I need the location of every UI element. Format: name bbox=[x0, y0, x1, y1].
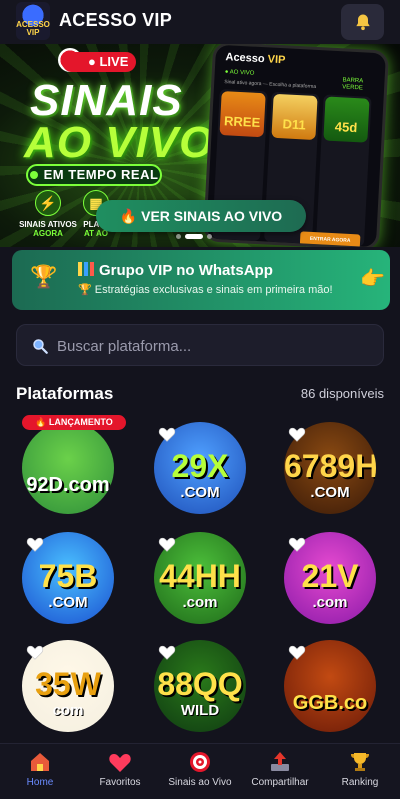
carousel-dot[interactable] bbox=[207, 234, 212, 239]
platform-domain: .com bbox=[182, 594, 218, 611]
live-badge: ● LIVE bbox=[62, 52, 137, 72]
nav-ranking[interactable]: Ranking bbox=[320, 744, 400, 799]
platform-domain: .COM bbox=[310, 484, 350, 501]
favorite-heart-icon[interactable] bbox=[26, 644, 44, 660]
lightning-icon: ⚡ bbox=[35, 190, 61, 216]
platform-name: GGB.co bbox=[292, 692, 368, 714]
favorite-heart-icon[interactable] bbox=[158, 644, 176, 660]
platform-domain: com bbox=[52, 702, 84, 719]
favorite-heart-icon[interactable] bbox=[288, 536, 306, 552]
nav-home[interactable]: Home bbox=[0, 744, 80, 799]
home-icon bbox=[31, 753, 49, 771]
platform-domain: .com bbox=[312, 594, 348, 611]
bottom-nav: Home Favoritos Sinais ao Vivo Compartilh… bbox=[0, 743, 400, 799]
share-icon bbox=[271, 752, 289, 771]
phone-enter-button: ENTRAR AGORA bbox=[299, 231, 361, 247]
app-title: ACESSO VIP bbox=[59, 10, 173, 30]
heart-icon bbox=[109, 754, 131, 772]
platform-name: 21V bbox=[301, 558, 359, 594]
platform-domain: .COM bbox=[48, 594, 88, 611]
vip-card-title: Grupo VIP no WhatsApp bbox=[78, 262, 273, 279]
vip-whatsapp-card[interactable]: 🏆 Grupo VIP no WhatsApp 🏆 Estratégias ex… bbox=[12, 250, 390, 310]
trophy-icon: 🏆 bbox=[30, 264, 58, 289]
bell-icon bbox=[355, 14, 370, 31]
platform-name: 35W bbox=[35, 666, 101, 702]
carousel-dots bbox=[176, 234, 212, 239]
view-live-signals-button[interactable]: 🔥 VER SINAIS AO VIVO bbox=[96, 200, 306, 232]
promo-banner[interactable]: ● LIVE SINAIS AO VIVO EM TEMPO REAL ⚡ SI… bbox=[0, 44, 400, 247]
platform-tile[interactable]: 92D.com bbox=[22, 422, 114, 514]
platform-name: 75B bbox=[38, 558, 98, 594]
launch-badge: 🔥 LANÇAMENTO bbox=[22, 415, 126, 430]
platforms-heading: Plataformas bbox=[16, 384, 114, 403]
platform-name: 6789H bbox=[284, 448, 376, 484]
search-input[interactable]: Buscar plataforma... bbox=[57, 338, 191, 355]
platform-name: 29X bbox=[171, 448, 229, 484]
nav-favoritos[interactable]: Favoritos bbox=[80, 744, 160, 799]
banner-headline-2: AO VIVO bbox=[24, 118, 215, 167]
platform-domain: .COM bbox=[180, 484, 220, 501]
carousel-dot[interactable] bbox=[176, 234, 181, 239]
pointing-hand-icon: 👉 bbox=[360, 268, 385, 290]
search-icon bbox=[33, 339, 48, 354]
carousel-dot-active[interactable] bbox=[185, 234, 203, 239]
platform-name: 88QQ bbox=[157, 666, 243, 702]
phone-card-3: 45d bbox=[315, 94, 372, 247]
phone-subtitle: Sinal ativo agora — Escolha a plataforma bbox=[224, 79, 317, 90]
favorite-heart-icon[interactable] bbox=[158, 536, 176, 552]
platform-name: 92D.com bbox=[26, 474, 110, 496]
realtime-badge: EM TEMPO REAL bbox=[26, 164, 162, 186]
phone-side-label: BARRA VERDE bbox=[341, 77, 363, 92]
trophy-icon bbox=[351, 753, 369, 771]
phone-live-label: ● AO VIVO bbox=[224, 69, 255, 77]
favorite-heart-icon[interactable] bbox=[26, 536, 44, 552]
top-header: ACESSO VIP ACESSO VIP bbox=[0, 0, 400, 44]
chart-bars-icon bbox=[78, 262, 94, 276]
search-bar[interactable]: Buscar plataforma... bbox=[16, 324, 384, 366]
platforms-count: 86 disponíveis bbox=[300, 386, 384, 401]
nav-sinais-ao-vivo[interactable]: Sinais ao Vivo bbox=[160, 744, 240, 799]
phone-title: Acesso VIP bbox=[225, 51, 286, 67]
nav-compartilhar[interactable]: Compartilhar bbox=[240, 744, 320, 799]
platform-domain: WILD bbox=[180, 702, 220, 719]
platform-name: 44HH bbox=[159, 558, 241, 594]
notifications-button[interactable] bbox=[341, 4, 384, 40]
favorite-heart-icon[interactable] bbox=[158, 426, 176, 442]
favorite-heart-icon[interactable] bbox=[288, 644, 306, 660]
favorite-heart-icon[interactable] bbox=[288, 426, 306, 442]
vip-card-subtitle: 🏆 Estratégias exclusivas e sinais em pri… bbox=[78, 284, 333, 296]
app-logo: ACESSO VIP bbox=[16, 2, 50, 40]
app-root: ACESSO VIP ACESSO VIP ● LIVE SINAIS AO V… bbox=[0, 0, 400, 799]
target-icon bbox=[190, 752, 210, 772]
